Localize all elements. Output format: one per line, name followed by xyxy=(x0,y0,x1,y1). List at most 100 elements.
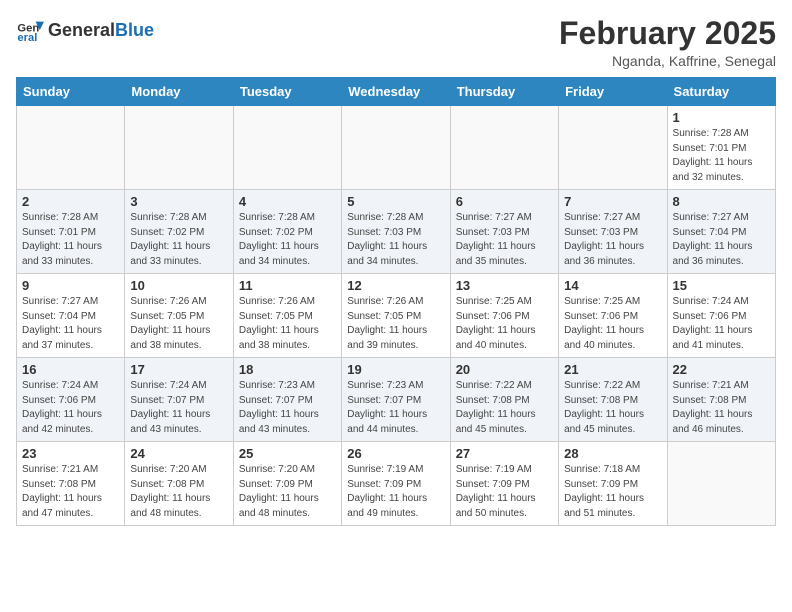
calendar-table: SundayMondayTuesdayWednesdayThursdayFrid… xyxy=(16,77,776,526)
month-title: February 2025 xyxy=(559,16,776,51)
weekday-header: Thursday xyxy=(450,78,558,106)
calendar-week-row: 23 Sunrise: 7:21 AMSunset: 7:08 PMDayligh… xyxy=(17,442,776,526)
weekday-header: Sunday xyxy=(17,78,125,106)
weekday-header: Tuesday xyxy=(233,78,341,106)
day-info: Sunrise: 7:19 AMSunset: 7:09 PMDaylight:… xyxy=(347,463,444,521)
day-number: 5 xyxy=(347,194,444,209)
calendar-day-cell: 16 Sunrise: 7:24 AMSunset: 7:06 PMDayligh… xyxy=(17,358,125,442)
day-number: 14 xyxy=(564,278,661,293)
day-number: 26 xyxy=(347,446,444,461)
svg-text:eral: eral xyxy=(17,32,37,44)
calendar-day-cell: 27Sunrise: 7:19 AMSunset: 7:09 PMDayligh… xyxy=(450,442,558,526)
day-number: 24 xyxy=(130,446,227,461)
calendar-day-cell xyxy=(125,106,233,190)
calendar-day-cell xyxy=(667,442,775,526)
logo-blue: Blue xyxy=(115,20,154,41)
day-info: Sunrise: 7:27 AMSunset: 7:04 PMDaylight:… xyxy=(22,295,119,353)
day-info: Sunrise: 7:22 AMSunset: 7:08 PMDaylight:… xyxy=(456,379,553,437)
day-info: Sunrise: 7:26 AMSunset: 7:05 PMDaylight:… xyxy=(347,295,444,353)
calendar-day-cell: 4Sunrise: 7:28 AMSunset: 7:02 PMDaylight… xyxy=(233,190,341,274)
calendar-day-cell xyxy=(342,106,450,190)
calendar-day-cell: 25 Sunrise: 7:20 AMSunset: 7:09 PMDayligh… xyxy=(233,442,341,526)
calendar-day-cell: 21 Sunrise: 7:22 AMSunset: 7:08 PMDayligh… xyxy=(559,358,667,442)
day-number: 20 xyxy=(456,362,553,377)
calendar-day-cell xyxy=(17,106,125,190)
calendar-day-cell: 2 Sunrise: 7:28 AMSunset: 7:01 PMDaylight… xyxy=(17,190,125,274)
logo: Gen eral GeneralBlue xyxy=(16,16,154,44)
day-number: 7 xyxy=(564,194,661,209)
day-info: Sunrise: 7:24 AMSunset: 7:06 PMDaylight:… xyxy=(22,379,119,437)
day-number: 27 xyxy=(456,446,553,461)
calendar-day-cell: 6 Sunrise: 7:27 AMSunset: 7:03 PMDaylight… xyxy=(450,190,558,274)
calendar-week-row: 9 Sunrise: 7:27 AMSunset: 7:04 PMDaylight… xyxy=(17,274,776,358)
calendar-day-cell xyxy=(559,106,667,190)
calendar-day-cell: 20 Sunrise: 7:22 AMSunset: 7:08 PMDayligh… xyxy=(450,358,558,442)
calendar-header-row: SundayMondayTuesdayWednesdayThursdayFrid… xyxy=(17,78,776,106)
day-number: 17 xyxy=(130,362,227,377)
day-number: 23 xyxy=(22,446,119,461)
day-info: Sunrise: 7:25 AMSunset: 7:06 PMDaylight:… xyxy=(564,295,661,353)
day-info: Sunrise: 7:27 AMSunset: 7:04 PMDaylight:… xyxy=(673,211,770,269)
calendar-day-cell: 22Sunrise: 7:21 AMSunset: 7:08 PMDayligh… xyxy=(667,358,775,442)
weekday-header: Friday xyxy=(559,78,667,106)
day-number: 1 xyxy=(673,110,770,125)
location: Nganda, Kaffrine, Senegal xyxy=(559,53,776,69)
day-number: 25 xyxy=(239,446,336,461)
day-info: Sunrise: 7:28 AMSunset: 7:01 PMDaylight:… xyxy=(673,127,770,185)
calendar-day-cell: 9 Sunrise: 7:27 AMSunset: 7:04 PMDaylight… xyxy=(17,274,125,358)
day-number: 28 xyxy=(564,446,661,461)
calendar-day-cell: 23 Sunrise: 7:21 AMSunset: 7:08 PMDayligh… xyxy=(17,442,125,526)
day-info: Sunrise: 7:23 AMSunset: 7:07 PMDaylight:… xyxy=(239,379,336,437)
calendar-week-row: 2 Sunrise: 7:28 AMSunset: 7:01 PMDaylight… xyxy=(17,190,776,274)
calendar-day-cell: 7 Sunrise: 7:27 AMSunset: 7:03 PMDaylight… xyxy=(559,190,667,274)
logo-icon: Gen eral xyxy=(16,16,44,44)
day-number: 15 xyxy=(673,278,770,293)
day-info: Sunrise: 7:24 AMSunset: 7:06 PMDaylight:… xyxy=(673,295,770,353)
logo-general: General xyxy=(48,20,115,41)
calendar-day-cell: 24Sunrise: 7:20 AMSunset: 7:08 PMDayligh… xyxy=(125,442,233,526)
calendar-day-cell: 12Sunrise: 7:26 AMSunset: 7:05 PMDayligh… xyxy=(342,274,450,358)
day-number: 9 xyxy=(22,278,119,293)
day-info: Sunrise: 7:18 AMSunset: 7:09 PMDaylight:… xyxy=(564,463,661,521)
day-info: Sunrise: 7:27 AMSunset: 7:03 PMDaylight:… xyxy=(456,211,553,269)
day-number: 10 xyxy=(130,278,227,293)
day-info: Sunrise: 7:22 AMSunset: 7:08 PMDaylight:… xyxy=(564,379,661,437)
day-info: Sunrise: 7:28 AMSunset: 7:01 PMDaylight:… xyxy=(22,211,119,269)
day-info: Sunrise: 7:28 AMSunset: 7:03 PMDaylight:… xyxy=(347,211,444,269)
calendar-week-row: 1 Sunrise: 7:28 AMSunset: 7:01 PMDaylight… xyxy=(17,106,776,190)
calendar-day-cell: 10 Sunrise: 7:26 AMSunset: 7:05 PMDayligh… xyxy=(125,274,233,358)
calendar-day-cell: 28 Sunrise: 7:18 AMSunset: 7:09 PMDayligh… xyxy=(559,442,667,526)
day-number: 16 xyxy=(22,362,119,377)
day-number: 19 xyxy=(347,362,444,377)
day-number: 3 xyxy=(130,194,227,209)
day-info: Sunrise: 7:27 AMSunset: 7:03 PMDaylight:… xyxy=(564,211,661,269)
day-info: Sunrise: 7:26 AMSunset: 7:05 PMDaylight:… xyxy=(239,295,336,353)
day-info: Sunrise: 7:28 AMSunset: 7:02 PMDaylight:… xyxy=(239,211,336,269)
calendar-day-cell: 13 Sunrise: 7:25 AMSunset: 7:06 PMDayligh… xyxy=(450,274,558,358)
calendar-day-cell: 8 Sunrise: 7:27 AMSunset: 7:04 PMDaylight… xyxy=(667,190,775,274)
day-number: 2 xyxy=(22,194,119,209)
page-header: Gen eral GeneralBlue February 2025 Ngand… xyxy=(16,16,776,69)
calendar-day-cell xyxy=(450,106,558,190)
day-number: 8 xyxy=(673,194,770,209)
day-info: Sunrise: 7:26 AMSunset: 7:05 PMDaylight:… xyxy=(130,295,227,353)
day-number: 6 xyxy=(456,194,553,209)
calendar-day-cell: 14 Sunrise: 7:25 AMSunset: 7:06 PMDayligh… xyxy=(559,274,667,358)
calendar-week-row: 16 Sunrise: 7:24 AMSunset: 7:06 PMDayligh… xyxy=(17,358,776,442)
day-info: Sunrise: 7:28 AMSunset: 7:02 PMDaylight:… xyxy=(130,211,227,269)
calendar-day-cell: 18Sunrise: 7:23 AMSunset: 7:07 PMDayligh… xyxy=(233,358,341,442)
calendar-day-cell: 19Sunrise: 7:23 AMSunset: 7:07 PMDayligh… xyxy=(342,358,450,442)
calendar-day-cell: 1 Sunrise: 7:28 AMSunset: 7:01 PMDaylight… xyxy=(667,106,775,190)
weekday-header: Monday xyxy=(125,78,233,106)
day-info: Sunrise: 7:24 AMSunset: 7:07 PMDaylight:… xyxy=(130,379,227,437)
day-number: 22 xyxy=(673,362,770,377)
day-number: 13 xyxy=(456,278,553,293)
day-info: Sunrise: 7:25 AMSunset: 7:06 PMDaylight:… xyxy=(456,295,553,353)
calendar-day-cell: 3 Sunrise: 7:28 AMSunset: 7:02 PMDaylight… xyxy=(125,190,233,274)
day-number: 11 xyxy=(239,278,336,293)
day-number: 21 xyxy=(564,362,661,377)
calendar-day-cell: 11 Sunrise: 7:26 AMSunset: 7:05 PMDayligh… xyxy=(233,274,341,358)
calendar-day-cell: 26 Sunrise: 7:19 AMSunset: 7:09 PMDayligh… xyxy=(342,442,450,526)
day-info: Sunrise: 7:21 AMSunset: 7:08 PMDaylight:… xyxy=(22,463,119,521)
day-info: Sunrise: 7:20 AMSunset: 7:09 PMDaylight:… xyxy=(239,463,336,521)
